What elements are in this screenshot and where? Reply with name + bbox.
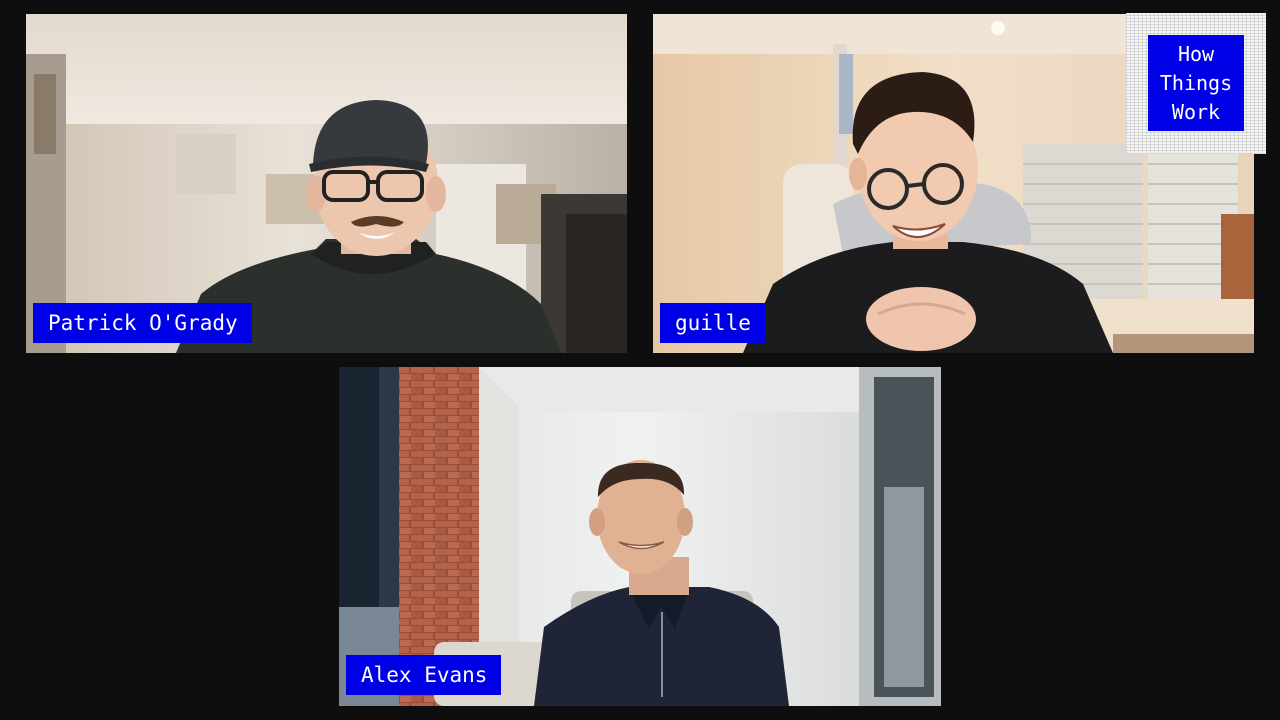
show-logo: How Things Work [1126, 13, 1266, 154]
participant-video-tile[interactable]: Patrick O'Grady [26, 14, 627, 353]
participant-name-label: Alex Evans [346, 655, 502, 695]
logo-line: How [1177, 41, 1215, 66]
logo-line: Work [1171, 99, 1221, 124]
video-call-stage: Patrick O'Grady guille Alex Evans How Th… [0, 0, 1280, 720]
participant-name-label: guille [660, 303, 765, 343]
participant-video-tile[interactable]: Alex Evans [339, 367, 941, 706]
logo-badge: How Things Work [1148, 35, 1244, 131]
logo-line: Things [1159, 70, 1233, 95]
participant-name-label: Patrick O'Grady [33, 303, 252, 343]
